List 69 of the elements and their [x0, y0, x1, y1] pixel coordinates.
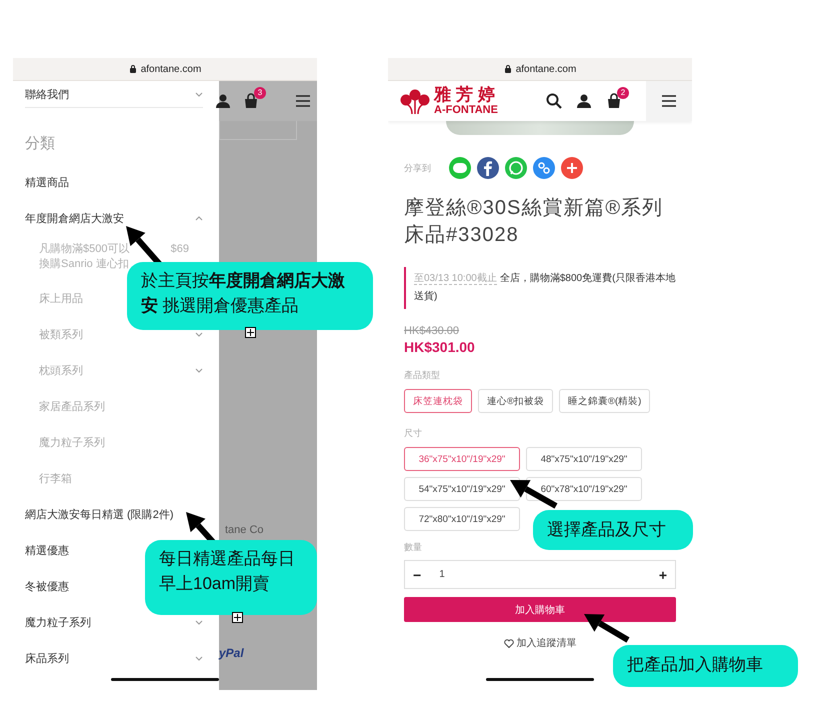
cart-count-badge: 3 [254, 87, 266, 99]
option-chip[interactable]: 60"x78"x10"/19"x29" [526, 477, 642, 501]
url-text: afontane.com [516, 64, 576, 74]
option-chip[interactable]: 連心®扣被袋 [478, 389, 553, 413]
minus-button[interactable]: − [413, 566, 422, 582]
brand-name: 雅芳婷 [434, 86, 500, 104]
menu-item[interactable]: 網店大激安每日精選 (限購2件) [25, 506, 174, 522]
field-label: 數量 [404, 541, 423, 554]
option-chip[interactable]: 48"x75"x10"/19"x29" [526, 447, 642, 471]
option-chip[interactable]: 床笠連枕袋 [404, 389, 472, 413]
original-price: HK$430.00 [404, 325, 460, 337]
menu-item[interactable]: 年度開倉網店大激安 [25, 210, 124, 226]
chevron-down-icon [195, 92, 203, 96]
option-chip[interactable]: 睡之錦囊®(精裝) [559, 389, 650, 413]
brand-name: A-FONTANE [434, 104, 499, 116]
quantity-value: 1 [439, 569, 446, 580]
user-icon[interactable] [215, 93, 231, 109]
wishlist-text: 加入追蹤清單 [516, 636, 576, 650]
share-label: 分享到 [404, 162, 431, 174]
menu-item[interactable]: 魔力粒子系列 [25, 614, 91, 630]
menu-item[interactable]: 冬被優惠 [25, 578, 69, 594]
field-label: 產品類型 [404, 369, 441, 382]
menu-item[interactable]: 床品系列 [25, 650, 69, 666]
url-text: afontane.com [140, 64, 202, 74]
field-label: 尺寸 [404, 427, 423, 440]
plus-button[interactable]: + [658, 566, 667, 582]
page-text: yPal [219, 646, 245, 660]
boxed-plus-icon [232, 612, 243, 623]
chevron-down-icon[interactable] [195, 332, 203, 336]
user-icon[interactable] [576, 93, 592, 109]
cart-count-badge: 2 [617, 87, 629, 99]
promo-text: 換購Sanrio 連心扣 [39, 257, 129, 272]
menu-button[interactable] [646, 81, 692, 121]
sale-price: HK$301.00 [404, 339, 476, 355]
callout-bubble: 每日精選產品每日早上10am開賣 [145, 540, 317, 615]
menu-item[interactable]: 精選優惠 [25, 542, 69, 558]
flower-logo-icon [400, 88, 430, 114]
boxed-plus-icon [245, 327, 256, 338]
search-icon[interactable] [546, 93, 562, 109]
callout-bubble: 選擇產品及尺寸 [533, 510, 693, 550]
lock-icon [504, 64, 512, 74]
promo-text: 至03/13 10:00截止 全店，購物滿$800免運費(只限香港本地送貨) [404, 267, 676, 309]
promo-text: 凡購物滿$500可以 [39, 242, 130, 257]
share-plus-icon[interactable] [561, 157, 583, 179]
shopping-bag-icon[interactable] [606, 93, 622, 109]
menu-item[interactable]: 聯絡我們 [25, 86, 69, 102]
product-title: 摩登絲®30S絲賞新篇®系列床品#33028 [404, 196, 664, 248]
quantity-stepper[interactable]: − 1 + [404, 560, 676, 589]
page-text: tane Co [224, 524, 265, 536]
heart-icon [504, 638, 514, 648]
option-chip[interactable]: 36"x75"x10"/19"x29" [404, 447, 520, 471]
promo-text: $69 [170, 242, 189, 257]
option-chip[interactable]: 54"x75"x10"/19"x29" [404, 477, 520, 501]
lock-icon [128, 64, 137, 74]
chevron-up-icon[interactable] [195, 216, 203, 220]
callout-bubble: 把產品加入購物車 [613, 645, 798, 687]
menu-item[interactable]: 精選商品 [25, 174, 69, 190]
option-chip[interactable]: 72"x80"x10"/19"x29" [404, 507, 520, 531]
section-heading: 分類 [25, 134, 56, 154]
chevron-down-icon[interactable] [195, 368, 203, 372]
chevron-down-icon[interactable] [195, 620, 203, 624]
shopping-bag-icon[interactable] [243, 93, 259, 109]
callout-bubble: 於主頁按年度開倉網店大激安 挑選開倉優惠產品 [127, 262, 373, 330]
menu-icon[interactable] [295, 93, 311, 109]
menu-icon[interactable] [661, 93, 677, 109]
add-to-cart-button[interactable]: 加入購物車 [404, 597, 676, 622]
share-facebook-icon[interactable] [477, 157, 499, 179]
share-link-icon[interactable] [533, 157, 555, 179]
chevron-down-icon[interactable] [195, 656, 203, 660]
